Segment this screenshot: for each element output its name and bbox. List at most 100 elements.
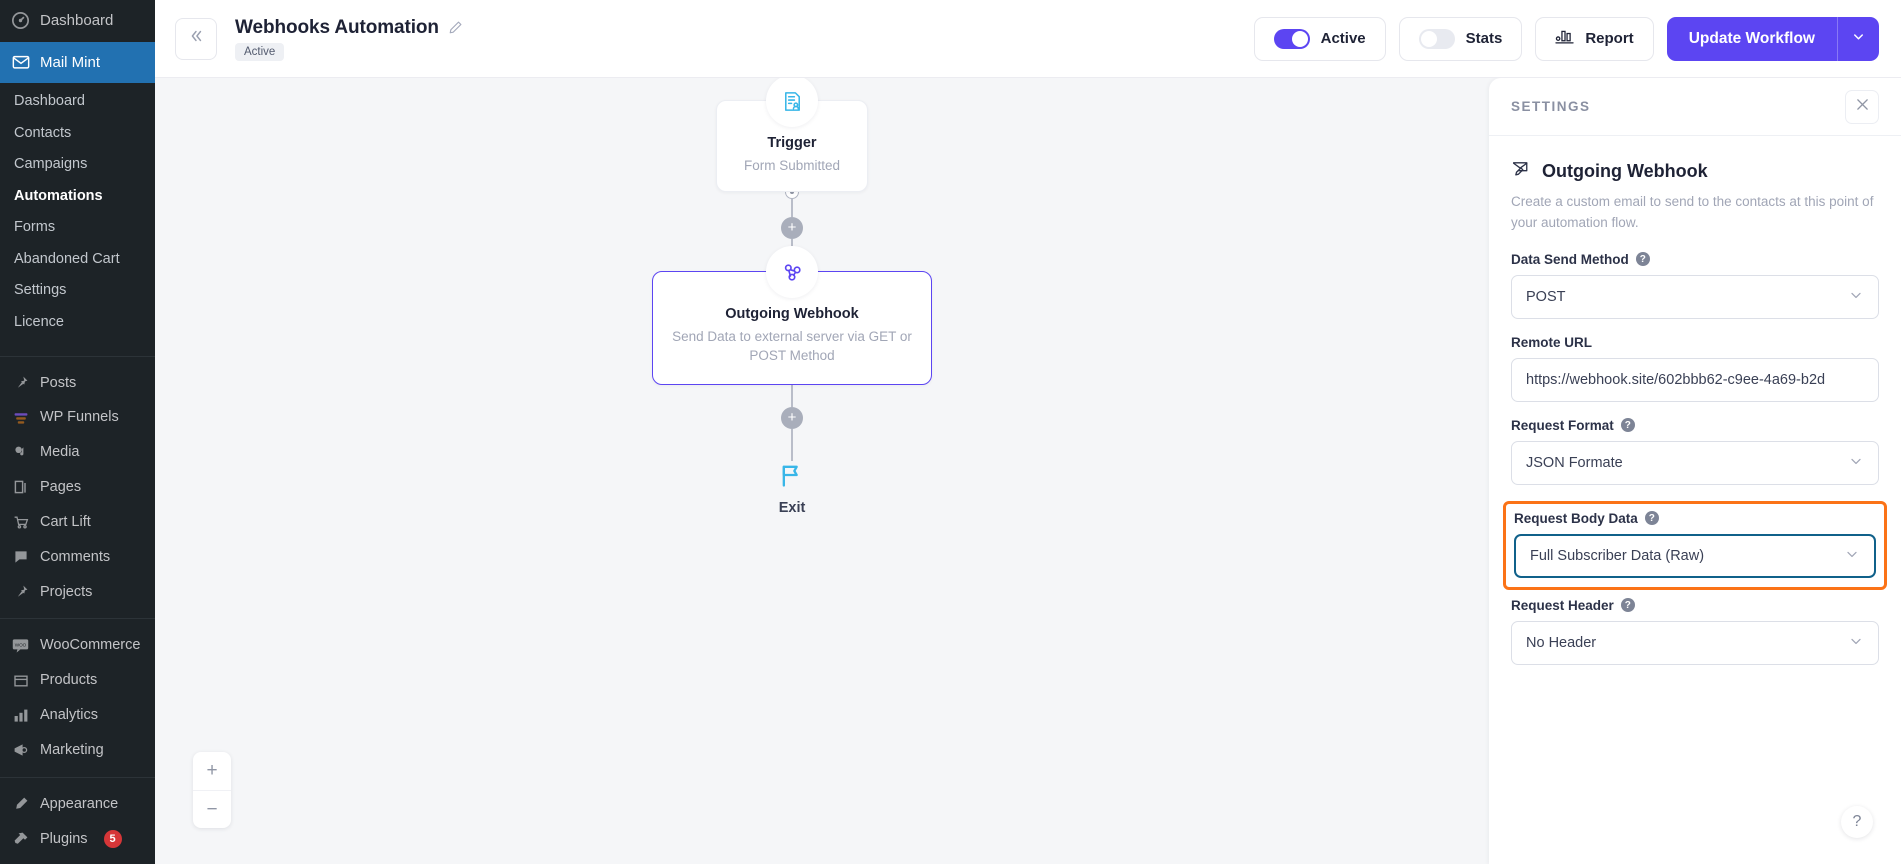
chevron-down-icon: [1848, 633, 1864, 653]
sidebar-subitem-settings[interactable]: Settings: [0, 275, 155, 307]
remote-url-input[interactable]: https://webhook.site/602bbb62-c9ee-4a69-…: [1511, 357, 1879, 402]
sidebar-item-label: Plugins: [40, 830, 88, 847]
field-label: Request Body Data ?: [1514, 511, 1876, 526]
sidebar-subitem-abandoned-cart[interactable]: Abandoned Cart: [0, 244, 155, 276]
megaphone-icon: [10, 742, 31, 758]
stats-toggle-button[interactable]: Stats: [1398, 16, 1523, 61]
sidebar-subitem-automations[interactable]: Automations: [0, 181, 155, 213]
active-toggle-button[interactable]: Active: [1253, 16, 1386, 61]
sidebar-item-mail-mint[interactable]: Mail Mint: [0, 41, 155, 83]
sidebar-subitem-licence[interactable]: Licence: [0, 307, 155, 339]
settings-panel-title: SETTINGS: [1511, 99, 1591, 114]
sidebar-item-users[interactable]: Users: [0, 856, 155, 864]
woo-icon: WOO: [10, 638, 31, 653]
sidebar-item-label: Posts: [40, 374, 77, 391]
chevron-down-icon: [1848, 453, 1864, 473]
collapse-sidebar-button[interactable]: [175, 17, 217, 60]
exit-node-label: Exit: [778, 499, 806, 516]
sidebar-item-pages[interactable]: Pages: [0, 470, 155, 505]
pin-icon: [10, 375, 31, 391]
field-data-send-method: Data Send Method ? POST: [1511, 252, 1879, 319]
mail-edit-icon: [1511, 158, 1532, 184]
sidebar-item-analytics[interactable]: Analytics: [0, 698, 155, 733]
plus-icon: +: [787, 409, 797, 427]
update-workflow-button[interactable]: Update Workflow: [1666, 16, 1879, 61]
webhook-node-subtitle: Send Data to external server via GET or …: [672, 328, 912, 363]
update-workflow-label: Update Workflow: [1688, 29, 1815, 47]
trigger-node[interactable]: Trigger Form Submitted: [716, 78, 868, 192]
webhook-icon: [766, 245, 818, 298]
zoom-out-button[interactable]: −: [193, 790, 231, 828]
exit-node[interactable]: Exit: [778, 461, 806, 516]
analytics-icon: [10, 708, 31, 724]
media-icon: [10, 445, 31, 461]
sidebar-item-label: Analytics: [40, 707, 99, 724]
question-icon[interactable]: ?: [1620, 418, 1635, 433]
pencil-icon[interactable]: [448, 20, 463, 35]
close-panel-button[interactable]: [1845, 89, 1879, 124]
active-toggle-label: Active: [1320, 30, 1366, 47]
add-step-button-2[interactable]: +: [781, 406, 803, 429]
sidebar-item-plugins[interactable]: Plugins 5: [0, 822, 155, 857]
sidebar-item-cart-lift[interactable]: Cart Lift: [0, 505, 155, 540]
question-icon[interactable]: ?: [1635, 252, 1650, 267]
sidebar-item-projects[interactable]: Projects: [0, 575, 155, 610]
sidebar-subitem-forms[interactable]: Forms: [0, 212, 155, 244]
select-value: JSON Formate: [1526, 454, 1623, 471]
flag-icon: [778, 461, 806, 494]
input-value: https://webhook.site/602bbb62-c9ee-4a69-…: [1526, 371, 1826, 388]
sidebar-item-marketing[interactable]: Marketing: [0, 733, 155, 768]
submenu-label: Campaigns: [14, 156, 88, 173]
report-button[interactable]: Report: [1535, 16, 1654, 61]
main-area: Webhooks Automation Active Active Stats: [155, 0, 1901, 864]
sidebar-item-comments[interactable]: Comments: [0, 540, 155, 575]
page-title: Webhooks Automation: [235, 16, 439, 38]
label-text: Request Header: [1511, 597, 1614, 613]
sidebar-item-appearance[interactable]: Appearance: [0, 787, 155, 822]
question-icon[interactable]: ?: [1644, 511, 1659, 526]
sidebar-item-wp-funnels[interactable]: WP Funnels: [0, 400, 155, 435]
workflow-canvas[interactable]: Trigger Form Submitted + Outgoing Webhoo…: [155, 78, 1901, 864]
stats-toggle-switch[interactable]: [1418, 28, 1455, 49]
submenu-label: Contacts: [14, 124, 72, 141]
trigger-node-subtitle: Form Submitted: [743, 158, 841, 173]
dashboard-icon: [10, 12, 31, 30]
zoom-in-button[interactable]: +: [193, 752, 231, 790]
active-toggle-switch[interactable]: [1273, 28, 1310, 49]
sidebar-subitem-dashboard[interactable]: Dashboard: [0, 86, 155, 118]
plus-icon: +: [206, 760, 218, 781]
field-remote-url: Remote URL https://webhook.site/602bbb62…: [1511, 335, 1879, 402]
sidebar-item-products[interactable]: Products: [0, 663, 155, 698]
sidebar-subitem-contacts[interactable]: Contacts: [0, 118, 155, 150]
submenu-label: Automations: [14, 187, 103, 204]
sidebar-item-media[interactable]: Media: [0, 435, 155, 470]
automation-flow: Trigger Form Submitted + Outgoing Webhoo…: [155, 78, 1429, 864]
sidebar-item-label: Comments: [40, 548, 111, 565]
request-body-data-select[interactable]: Full Subscriber Data (Raw): [1514, 533, 1876, 578]
sidebar-item-woocommerce[interactable]: WOO WooCommerce: [0, 628, 155, 663]
settings-panel: SETTINGS Outgoing Webhook Create a custo…: [1489, 78, 1901, 864]
chevron-down-icon: [1844, 546, 1860, 566]
submenu-label: Dashboard: [14, 93, 85, 109]
submenu-label: Licence: [14, 313, 64, 330]
cart-icon: [10, 514, 31, 530]
sidebar-item-posts[interactable]: Posts: [0, 366, 155, 401]
app-root: Dashboard Mail Mint Dashboard Contacts C…: [0, 0, 1901, 864]
help-button[interactable]: ?: [1841, 806, 1873, 838]
question-icon[interactable]: ?: [1620, 598, 1635, 613]
toggle-knob: [1291, 30, 1308, 47]
workflow-title-block: Webhooks Automation Active: [235, 17, 463, 61]
data-send-method-select[interactable]: POST: [1511, 274, 1879, 319]
field-request-header: Request Header ? No Header: [1511, 598, 1879, 665]
funnel-icon: [10, 410, 31, 426]
field-request-body-data: Request Body Data ? Full Subscriber Data…: [1503, 500, 1887, 590]
field-label: Data Send Method ?: [1511, 252, 1879, 267]
request-format-select[interactable]: JSON Formate: [1511, 440, 1879, 485]
select-value: No Header: [1526, 634, 1597, 651]
sidebar-item-dashboard[interactable]: Dashboard: [0, 0, 155, 42]
request-header-select[interactable]: No Header: [1511, 620, 1879, 665]
outgoing-webhook-node[interactable]: Outgoing Webhook Send Data to external s…: [652, 245, 932, 385]
update-workflow-dropdown[interactable]: [1837, 16, 1879, 61]
sidebar-subitem-campaigns[interactable]: Campaigns: [0, 149, 155, 181]
add-step-button-1[interactable]: +: [781, 216, 803, 239]
